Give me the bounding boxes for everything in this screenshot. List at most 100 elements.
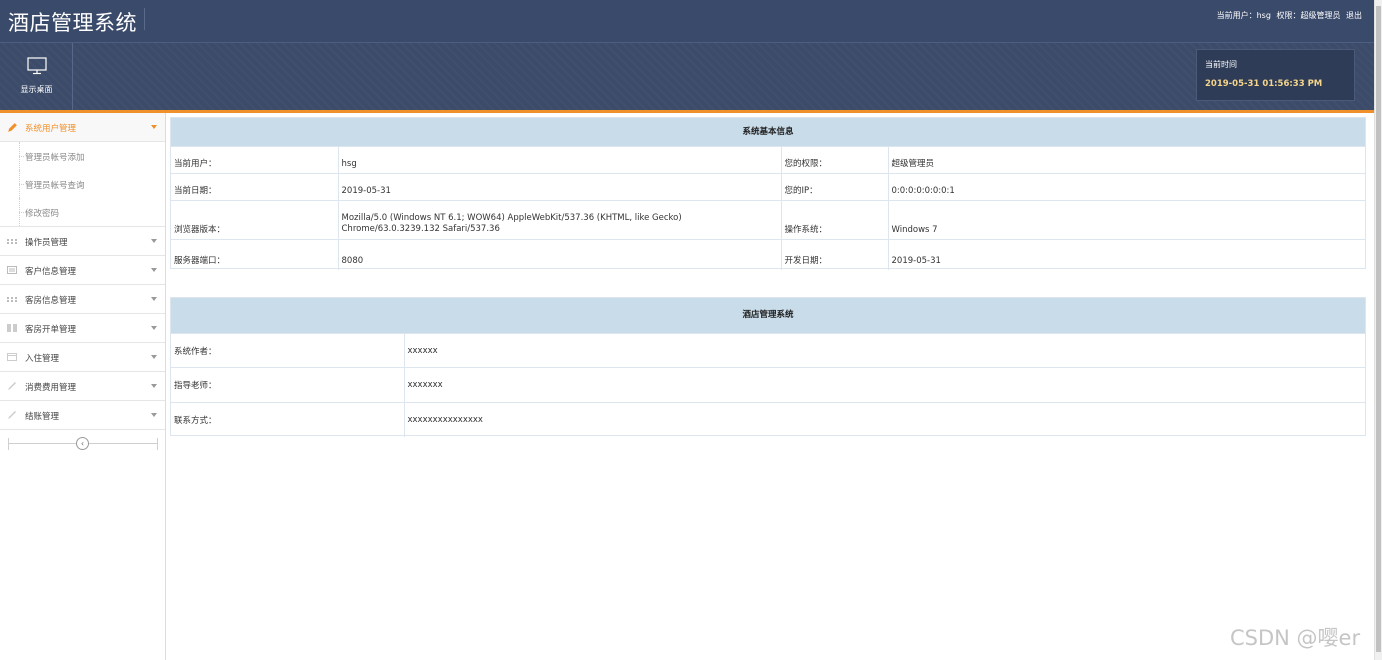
calendar-icon bbox=[7, 353, 17, 361]
sidebar-subitem-change-password[interactable]: 修改密码 bbox=[0, 198, 165, 227]
tree-guide bbox=[19, 156, 24, 157]
pen-icon bbox=[8, 382, 16, 390]
sidebar-item-operators[interactable]: 操作员管理 bbox=[0, 227, 165, 256]
table-row: 浏览器版本： Mozilla/5.0 (Windows NT 6.1; WOW6… bbox=[171, 200, 1365, 240]
row-label: 当前用户： bbox=[171, 146, 339, 174]
current-time-value: 2019-05-31 01:56:33 PM bbox=[1205, 79, 1323, 89]
chevron-down-icon bbox=[151, 125, 157, 129]
chevron-down-icon bbox=[151, 355, 157, 359]
row-value: 2019-05-31 bbox=[888, 239, 1365, 270]
table-row: 服务器端口： 8080 开发日期： 2019-05-31 bbox=[171, 239, 1365, 270]
sidebar-item-label: 客户信息管理 bbox=[25, 267, 77, 277]
sidebar-item-label: 操作员管理 bbox=[25, 238, 68, 248]
system-info-table: 当前用户： hsg 您的权限： 超级管理员 当前日期： 2019-05-31 您… bbox=[171, 146, 1365, 270]
chevron-down-icon bbox=[151, 239, 157, 243]
pen-icon bbox=[8, 411, 16, 419]
sidebar-subitem-admin-add[interactable]: 管理员帐号添加 bbox=[0, 142, 165, 170]
accent-line bbox=[0, 110, 1374, 113]
watermark: CSDN @嘤er bbox=[1230, 626, 1361, 650]
grid-icon bbox=[7, 297, 17, 302]
row-label: 您的IP： bbox=[781, 173, 889, 201]
sidebar-item-rooms[interactable]: 客房信息管理 bbox=[0, 285, 165, 314]
table-row: 当前日期： 2019-05-31 您的IP： 0:0:0:0:0:0:0:1 bbox=[171, 173, 1365, 201]
row-value: 8080 bbox=[338, 239, 782, 270]
sidebar-item-room-orders[interactable]: 客房开单管理 bbox=[0, 314, 165, 343]
chevron-down-icon bbox=[151, 384, 157, 388]
sidebar-item-label: 入住管理 bbox=[25, 354, 60, 364]
current-time-box: 当前时间 2019-05-31 01:56:33 PM bbox=[1196, 49, 1355, 101]
chevron-down-icon bbox=[151, 268, 157, 272]
current-time-label: 当前时间 bbox=[1205, 60, 1237, 69]
toolbar-divider bbox=[0, 42, 1374, 43]
sidebar-item-label: 系统用户管理 bbox=[25, 124, 77, 134]
sidebar-subitem-label: 管理员帐号查询 bbox=[25, 181, 85, 191]
sidebar-item-label: 结账管理 bbox=[25, 412, 60, 422]
system-info-panel: 系统基本信息 当前用户： hsg 您的权限： 超级管理员 当前日期： 2019-… bbox=[170, 117, 1366, 270]
system-info-title: 系统基本信息 bbox=[171, 118, 1365, 146]
sidebar-subitem-label: 修改密码 bbox=[25, 209, 60, 219]
scrollbar-thumb[interactable] bbox=[1376, 6, 1381, 652]
collapse-sidebar-icon[interactable]: ‹ bbox=[76, 437, 89, 450]
row-label: 开发日期： bbox=[781, 239, 889, 270]
row-label: 联系方式： bbox=[171, 402, 405, 437]
row-value: Windows 7 bbox=[888, 200, 1365, 240]
current-user: hsg bbox=[1256, 11, 1271, 20]
table-row: 联系方式： xxxxxxxxxxxxxxx bbox=[171, 402, 1365, 437]
chevron-down-icon bbox=[151, 413, 157, 417]
logout-link[interactable]: 退出 bbox=[1346, 11, 1362, 20]
sidebar-item-label: 消费费用管理 bbox=[25, 383, 77, 393]
row-value: 0:0:0:0:0:0:0:1 bbox=[888, 173, 1365, 201]
permission-label: 权限： bbox=[1276, 11, 1301, 20]
row-value: xxxxxxxxxxxxxxx bbox=[404, 402, 1365, 437]
chevron-down-icon bbox=[151, 297, 157, 301]
sidebar-item-checkout[interactable]: 结账管理 bbox=[0, 401, 165, 430]
app-title: 酒店管理系统 bbox=[8, 11, 137, 35]
row-value: xxxxxx bbox=[404, 333, 1365, 368]
sidebar-subitem-label: 管理员帐号添加 bbox=[25, 153, 85, 163]
user-info: 当前用户：hsg 权限：超级管理员 退出 bbox=[1214, 10, 1362, 21]
hotel-info-table: 系统作者： xxxxxx 指导老师： xxxxxxx 联系方式： xxxxxxx… bbox=[171, 333, 1365, 437]
sidebar-subitem-admin-query[interactable]: 管理员帐号查询 bbox=[0, 170, 165, 198]
toolbar: 显示桌面 当前时间 2019-05-31 01:56:33 PM bbox=[0, 42, 1374, 110]
row-label: 操作系统： bbox=[781, 200, 889, 240]
sidebar-item-label: 客房信息管理 bbox=[25, 296, 77, 306]
pencil-icon bbox=[8, 123, 17, 132]
collapse-bar-cap bbox=[157, 438, 158, 450]
permission-value: 超级管理员 bbox=[1300, 11, 1341, 20]
sidebar-item-check-in[interactable]: 入住管理 bbox=[0, 343, 165, 372]
hotel-info-panel: 酒店管理系统 系统作者： xxxxxx 指导老师： xxxxxxx 联系方式： … bbox=[170, 297, 1366, 437]
row-value: xxxxxxx bbox=[404, 367, 1365, 403]
row-label: 指导老师： bbox=[171, 367, 405, 403]
row-value: 超级管理员 bbox=[888, 146, 1365, 174]
sidebar: 系统用户管理 管理员帐号添加 管理员帐号查询 修改密码 操作员管理 客户信息管理… bbox=[0, 113, 166, 660]
sidebar-item-customers[interactable]: 客户信息管理 bbox=[0, 256, 165, 285]
row-label: 您的权限： bbox=[781, 146, 889, 174]
show-desktop-label: 显示桌面 bbox=[20, 85, 53, 94]
vertical-scrollbar[interactable] bbox=[1374, 0, 1382, 660]
row-label: 系统作者： bbox=[171, 333, 405, 368]
collapse-bar-cap bbox=[8, 438, 9, 450]
card-icon bbox=[7, 266, 17, 274]
tree-guide bbox=[19, 184, 24, 185]
row-label: 服务器端口： bbox=[171, 239, 339, 270]
title-divider bbox=[144, 8, 145, 30]
table-row: 指导老师： xxxxxxx bbox=[171, 367, 1365, 403]
columns-icon bbox=[7, 324, 17, 332]
top-header: 酒店管理系统 当前用户：hsg 权限：超级管理员 退出 bbox=[0, 0, 1374, 42]
sidebar-item-label: 客房开单管理 bbox=[25, 325, 77, 335]
sidebar-item-consumption[interactable]: 消费费用管理 bbox=[0, 372, 165, 401]
show-desktop-button[interactable]: 显示桌面 bbox=[0, 42, 73, 110]
tree-guide bbox=[19, 212, 24, 213]
row-label: 浏览器版本： bbox=[171, 200, 339, 240]
table-row: 当前用户： hsg 您的权限： 超级管理员 bbox=[171, 146, 1365, 174]
row-value: 2019-05-31 bbox=[338, 173, 782, 201]
chevron-down-icon bbox=[151, 326, 157, 330]
monitor-icon bbox=[27, 57, 47, 75]
sidebar-item-system-users[interactable]: 系统用户管理 bbox=[0, 113, 165, 142]
current-user-label: 当前用户： bbox=[1216, 11, 1257, 20]
hotel-info-title: 酒店管理系统 bbox=[171, 298, 1365, 333]
row-value: Mozilla/5.0 (Windows NT 6.1; WOW64) Appl… bbox=[338, 200, 782, 240]
table-row: 系统作者： xxxxxx bbox=[171, 333, 1365, 368]
row-label: 当前日期： bbox=[171, 173, 339, 201]
row-value: hsg bbox=[338, 146, 782, 174]
